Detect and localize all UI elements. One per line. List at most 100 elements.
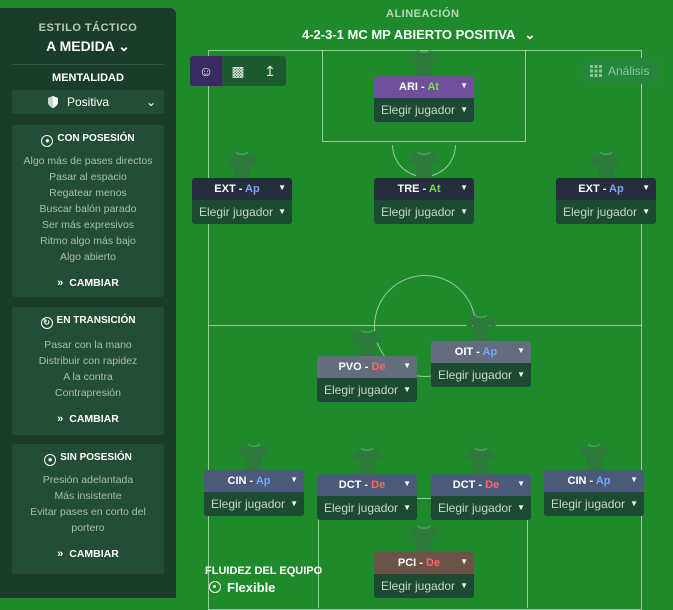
- choose-player-dropdown[interactable]: Elegir jugador ▼: [317, 378, 417, 402]
- caret-down-icon: ▼: [517, 370, 525, 379]
- chevron-down-icon: ⌄: [145, 95, 156, 109]
- role-selector[interactable]: TRE - At ▼: [374, 178, 474, 200]
- team-fluidity-label: FLUIDEZ DEL EQUIPO: [205, 565, 323, 577]
- role-selector[interactable]: CIN - Ap ▼: [544, 470, 644, 492]
- choose-player-dropdown[interactable]: Elegir jugador ▼: [204, 492, 304, 516]
- caret-down-icon: ▼: [278, 207, 286, 216]
- caret-down-icon: ▼: [403, 385, 411, 394]
- in-possession-panel: ● CON POSESIÓN Algo más de pases directos…: [12, 125, 164, 297]
- role-selector[interactable]: CIN - Ap ▼: [204, 470, 304, 492]
- shirt-icon: [409, 49, 439, 77]
- out-of-possession-panel: ● SIN POSESIÓN Presión adelantada Más ins…: [12, 444, 164, 574]
- role-selector[interactable]: EXT - Ap ▼: [192, 178, 292, 200]
- player-slot[interactable]: EXT - Ap ▼ Elegir jugador ▼: [192, 151, 292, 224]
- choose-player-dropdown[interactable]: Elegir jugador ▼: [374, 200, 474, 224]
- role-selector[interactable]: PCI - De ▼: [374, 552, 474, 574]
- caret-down-icon: ▼: [403, 479, 411, 488]
- choose-player-dropdown[interactable]: Elegir jugador ▼: [431, 496, 531, 520]
- tactics-sidebar: ESTILO TÁCTICO A MEDIDA ⌄ MENTALIDAD Pos…: [0, 8, 176, 598]
- duty-label: De: [485, 479, 500, 491]
- instruction-item: A la contra: [63, 371, 113, 383]
- player-slot[interactable]: PVO - De ▼ Elegir jugador ▼: [317, 329, 417, 402]
- role-selector[interactable]: EXT - Ap ▼: [556, 178, 656, 200]
- choose-player-dropdown[interactable]: Elegir jugador ▼: [431, 363, 531, 387]
- role-name: OIT: [454, 346, 474, 358]
- mentality-dropdown[interactable]: Positiva ⌄: [12, 90, 164, 114]
- shirt-icon: [352, 447, 382, 475]
- player-slot[interactable]: ARI - At ▼ Elegir jugador ▼: [374, 49, 474, 122]
- caret-down-icon: ▼: [290, 475, 298, 484]
- change-button[interactable]: » CAMBIAR: [12, 548, 164, 560]
- arrow-up-icon: ↥: [264, 63, 276, 79]
- role-selector[interactable]: DCT - De ▼: [431, 474, 531, 496]
- choose-player-dropdown[interactable]: Elegir jugador ▼: [374, 98, 474, 122]
- shirt-icon: [227, 151, 257, 179]
- player-slot[interactable]: CIN - Ap ▼ Elegir jugador ▼: [204, 443, 304, 516]
- player-view-button[interactable]: ☺: [190, 56, 222, 86]
- caret-down-icon: ▼: [642, 183, 650, 192]
- formation-name: 4-2-3-1 MC MP ABIERTO POSITIVA: [302, 27, 515, 42]
- mentality-label: MENTALIDAD: [52, 72, 124, 84]
- shirt-icon: [239, 443, 269, 471]
- choose-player-label: Elegir jugador: [551, 497, 626, 511]
- duty-label: Ap: [482, 346, 498, 358]
- person-icon: ☺: [198, 63, 214, 79]
- bar-chart-icon: ▩: [231, 63, 245, 79]
- choose-player-dropdown[interactable]: Elegir jugador ▼: [544, 492, 644, 516]
- caret-down-icon: ▼: [403, 503, 411, 512]
- double-chevron-icon: »: [57, 277, 64, 289]
- instruction-item: Pasar con la mano: [44, 339, 132, 351]
- role-selector[interactable]: PVO - De ▼: [317, 356, 417, 378]
- instruction-item: Evitar pases en corto del: [30, 506, 146, 518]
- ball-icon: ●: [44, 454, 57, 466]
- instruction-item: Ser más expresivos: [41, 219, 135, 231]
- formation-dropdown[interactable]: 4-2-3-1 MC MP ABIERTO POSITIVA ⌄: [302, 27, 535, 43]
- choose-player-label: Elegir jugador: [381, 205, 456, 219]
- role-selector[interactable]: OIT - Ap ▼: [431, 341, 531, 363]
- choose-player-label: Elegir jugador: [324, 501, 399, 515]
- panel-title: ● CON POSESIÓN: [12, 133, 164, 147]
- analysis-button[interactable]: Análisis: [582, 58, 660, 84]
- player-slot[interactable]: CIN - Ap ▼ Elegir jugador ▼: [544, 443, 644, 516]
- player-slot[interactable]: OIT - Ap ▼ Elegir jugador ▼: [431, 314, 531, 387]
- role-selector[interactable]: DCT - De ▼: [317, 474, 417, 496]
- caret-down-icon: ▼: [290, 499, 298, 508]
- role-name: CIN: [567, 475, 587, 487]
- chevron-down-icon: ⌄: [524, 27, 536, 42]
- player-slot[interactable]: PCI - De ▼ Elegir jugador ▼: [374, 525, 474, 598]
- instruction-item: Ritmo algo más bajo: [40, 235, 136, 247]
- instruction-item: Pasar al espacio: [49, 171, 127, 183]
- choose-player-dropdown[interactable]: Elegir jugador ▼: [317, 496, 417, 520]
- instruction-item: Algo abierto: [59, 251, 117, 263]
- player-slot[interactable]: TRE - At ▼ Elegir jugador ▼: [374, 151, 474, 224]
- tactics-view-button[interactable]: ↥: [254, 56, 286, 86]
- stats-view-button[interactable]: ▩: [222, 56, 254, 86]
- player-slot[interactable]: EXT - Ap ▼ Elegir jugador ▼: [556, 151, 656, 224]
- instruction-item: Más insistente: [54, 490, 122, 502]
- role-name: DCT: [338, 479, 362, 491]
- caret-down-icon: ▼: [460, 81, 468, 90]
- role-name: DCT: [452, 479, 476, 491]
- duty-label: At: [428, 183, 441, 195]
- player-slot[interactable]: DCT - De ▼ Elegir jugador ▼: [317, 447, 417, 520]
- choose-player-label: Elegir jugador: [438, 368, 513, 382]
- duty-label: Ap: [595, 475, 611, 487]
- change-button[interactable]: » CAMBIAR: [12, 277, 164, 289]
- tactic-style-dropdown[interactable]: A MEDIDA ⌄: [0, 38, 176, 55]
- choose-player-dropdown[interactable]: Elegir jugador ▼: [374, 574, 474, 598]
- shirt-icon: [466, 447, 496, 475]
- choose-player-dropdown[interactable]: Elegir jugador ▼: [192, 200, 292, 224]
- shield-icon: [48, 96, 58, 108]
- duty-label: At: [427, 81, 439, 93]
- choose-player-label: Elegir jugador: [324, 383, 399, 397]
- team-fluidity-value[interactable]: Flexible: [209, 580, 275, 595]
- role-selector[interactable]: ARI - At ▼: [374, 76, 474, 98]
- change-button[interactable]: » CAMBIAR: [12, 413, 164, 425]
- player-slot[interactable]: DCT - De ▼ Elegir jugador ▼: [431, 447, 531, 520]
- caret-down-icon: ▼: [403, 361, 411, 370]
- shirt-icon: [409, 151, 439, 179]
- instruction-item: Presión adelantada: [42, 474, 134, 486]
- caret-down-icon: ▼: [630, 499, 638, 508]
- choose-player-dropdown[interactable]: Elegir jugador ▼: [556, 200, 656, 224]
- caret-down-icon: ▼: [460, 207, 468, 216]
